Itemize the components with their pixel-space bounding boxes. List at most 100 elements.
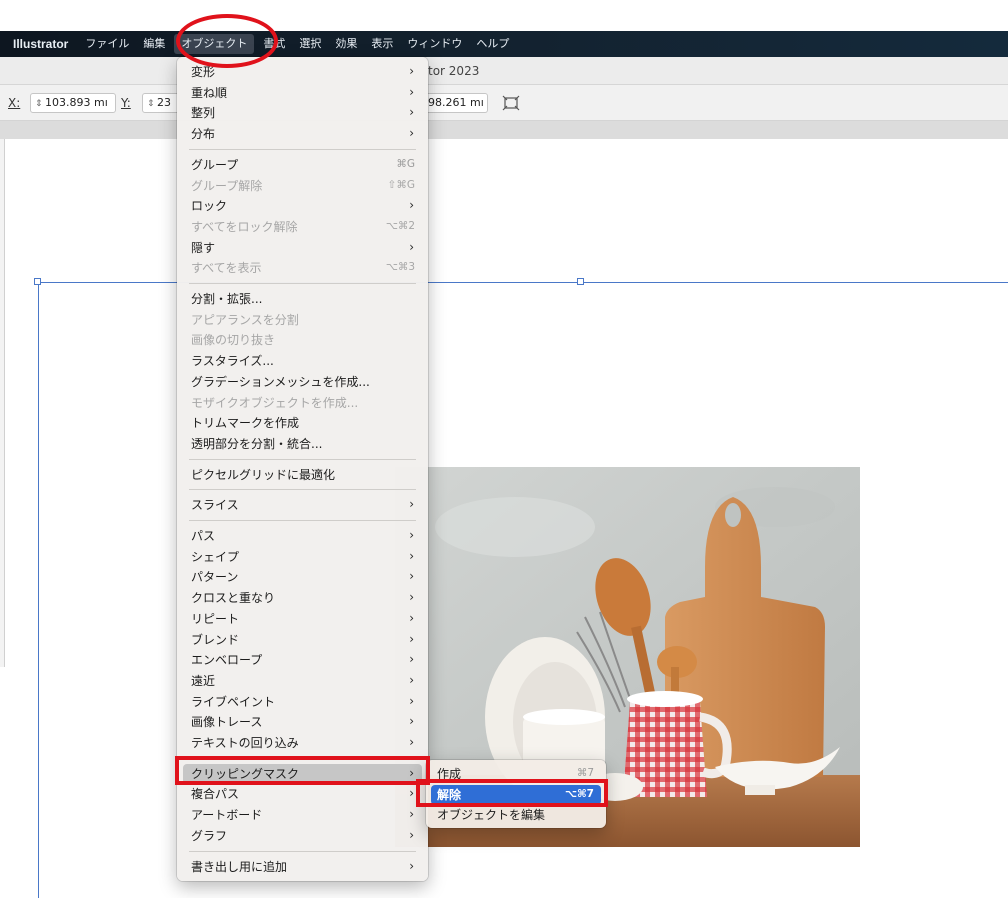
chevron-right-icon: ›	[409, 858, 414, 873]
object-menu-item[interactable]: トリムマークを作成	[183, 413, 422, 433]
chevron-right-icon: ›	[409, 126, 414, 141]
menu-item-label: 分割・拡張...	[191, 292, 263, 306]
ruler-strip	[0, 121, 1008, 139]
selection-handle-top-middle[interactable]	[577, 278, 584, 285]
menu-item-label: 遠近	[191, 673, 216, 688]
window-title-bar: tor 2023	[0, 57, 1008, 85]
object-menu-item[interactable]: グラデーションメッシュを作成...	[183, 372, 422, 392]
object-menu-item: モザイクオブジェクトを作成...	[183, 393, 422, 413]
object-menu-item[interactable]: 遠近 ›	[183, 671, 422, 691]
x-label: X:	[8, 96, 21, 110]
menu-item-label: スライス	[191, 498, 239, 513]
menu-item-label: モザイクオブジェクトを作成...	[191, 395, 359, 410]
object-menu-item[interactable]: 画像トレース ›	[183, 712, 422, 732]
menu-item-label: 整列	[191, 106, 216, 121]
chevron-right-icon: ›	[409, 693, 414, 708]
object-menu-item: グループ解除 ⇧⌘G	[183, 176, 422, 196]
menu-item-label: ピクセルグリッドに最適化	[191, 467, 336, 482]
y-position-value: 23	[157, 96, 171, 109]
object-menu-item: すべてをロック解除 ⌥⌘2	[183, 217, 422, 237]
object-menu-item[interactable]: 分布 ›	[183, 124, 422, 144]
object-menu-item[interactable]: アートボード ›	[183, 805, 422, 825]
selection-handle-top-left[interactable]	[34, 278, 41, 285]
chevron-right-icon: ›	[409, 528, 414, 542]
menu-view[interactable]: 表示	[364, 31, 400, 57]
chevron-right-icon: ›	[409, 610, 414, 625]
menu-item-label: 画像の切り抜き	[191, 333, 276, 348]
menu-item-label: ロック	[191, 199, 228, 214]
control-bar: X: ⇕ 103.893 mı Y: ⇕ 23 98.261 mı	[0, 85, 1008, 121]
menu-separator	[189, 520, 416, 521]
chevron-right-icon: ›	[409, 786, 414, 801]
stepper-icon[interactable]: ⇕	[147, 95, 157, 112]
menu-file[interactable]: ファイル	[78, 31, 136, 57]
object-menu-item[interactable]: パス ›	[183, 526, 422, 546]
object-menu-item[interactable]: 書き出し用に追加 ›	[183, 857, 422, 877]
object-menu-item[interactable]: ラスタライズ...	[183, 351, 422, 371]
annotation-ellipse-object-menu	[176, 14, 278, 68]
menu-item-label: すべてをロック解除	[191, 219, 298, 234]
chevron-right-icon: ›	[409, 827, 414, 842]
menu-item-label: クロスと重なり	[191, 591, 276, 606]
object-menu-item[interactable]: ライブペイント ›	[183, 692, 422, 712]
window-title: tor 2023	[428, 64, 480, 78]
menu-item-label: グループ解除	[191, 178, 263, 193]
submenu-item-label: オブジェクトを編集	[437, 808, 546, 822]
object-menu-item[interactable]: グラフ ›	[183, 826, 422, 846]
chevron-right-icon: ›	[409, 714, 414, 729]
object-menu-item[interactable]: リピート ›	[183, 609, 422, 629]
menu-effect[interactable]: 効果	[328, 31, 364, 57]
menu-item-label: グループ	[191, 157, 239, 172]
menu-window[interactable]: ウィンドウ	[400, 31, 469, 57]
submenu-item-shortcut: ⌘7	[576, 767, 594, 779]
menu-item-shortcut: ⌥⌘2	[385, 219, 415, 232]
menu-item-shortcut: ⇧⌘G	[387, 178, 415, 191]
chevron-right-icon: ›	[409, 84, 414, 99]
stepper-icon[interactable]: ⇕	[35, 95, 45, 112]
menu-item-shortcut: ⌥⌘3	[385, 261, 415, 274]
menu-help[interactable]: ヘルプ	[469, 31, 516, 57]
object-menu-item[interactable]: ロック ›	[183, 196, 422, 216]
menu-item-shortcut: ⌘G	[396, 157, 415, 170]
chevron-right-icon: ›	[409, 497, 414, 512]
tools-panel-edge[interactable]	[0, 139, 5, 667]
object-menu-item[interactable]: 透明部分を分割・統合...	[183, 434, 422, 454]
menu-edit[interactable]: 編集	[136, 31, 172, 57]
y-position-field[interactable]: ⇕ 23	[142, 93, 180, 113]
menu-item-label: ブレンド	[191, 632, 240, 647]
object-menu-item: すべてを表示 ⌥⌘3	[183, 258, 422, 278]
menu-separator	[189, 458, 416, 460]
width-field[interactable]: 98.261 mı	[424, 93, 488, 113]
chevron-right-icon: ›	[409, 807, 414, 822]
chevron-right-icon: ›	[409, 590, 414, 605]
object-menu-item[interactable]: 隠す ›	[183, 238, 422, 258]
object-menu-item[interactable]: エンベロープ ›	[183, 650, 422, 670]
object-menu-item[interactable]: スライス ›	[183, 495, 422, 515]
menu-item-label: アピアランスを分割	[191, 312, 299, 327]
object-menu-item[interactable]: シェイプ ›	[183, 547, 422, 567]
object-menu-item[interactable]: 整列 ›	[183, 103, 422, 123]
menu-separator	[189, 850, 416, 852]
menu-item-label: ライブペイント	[191, 694, 276, 709]
object-menu-item[interactable]: ブレンド ›	[183, 630, 422, 650]
object-menu-item[interactable]: 複合パス ›	[183, 784, 422, 804]
object-menu-item[interactable]: 重ね順 ›	[183, 83, 422, 103]
object-menu-item[interactable]: 分割・拡張...	[183, 289, 422, 309]
chevron-right-icon: ›	[409, 631, 414, 646]
menu-select[interactable]: 選択	[292, 31, 328, 57]
object-menu-item[interactable]: パターン ›	[183, 567, 422, 587]
menu-item-label: テキストの回り込み	[191, 736, 299, 750]
submenu-item[interactable]: オブジェクトを編集	[431, 805, 601, 825]
object-menu-item[interactable]: グループ ⌘G	[183, 155, 422, 175]
object-menu-item[interactable]: クロスと重なり ›	[183, 588, 422, 608]
object-menu-item[interactable]: ピクセルグリッドに最適化	[183, 465, 422, 485]
chevron-right-icon: ›	[409, 239, 414, 254]
annotation-box-clipping-mask	[175, 756, 430, 785]
object-menu-item: アピアランスを分割	[183, 310, 422, 330]
menu-app-name[interactable]: Illustrator	[6, 31, 78, 57]
x-position-field[interactable]: ⇕ 103.893 mı	[30, 93, 116, 113]
menu-item-label: エンベロープ	[191, 653, 263, 668]
menu-item-label: すべてを表示	[191, 261, 262, 276]
object-menu-item[interactable]: テキストの回り込み ›	[183, 733, 422, 753]
transform-icon[interactable]	[500, 93, 522, 113]
